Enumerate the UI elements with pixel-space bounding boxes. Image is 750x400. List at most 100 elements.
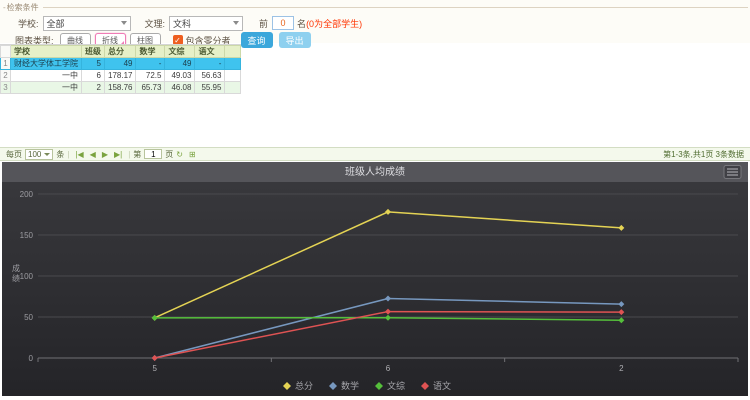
- data-point[interactable]: [618, 225, 624, 231]
- cell-liberal: 49: [165, 58, 195, 70]
- school-select[interactable]: 全部: [43, 16, 131, 31]
- row-number: 1: [1, 58, 11, 70]
- y-tick-label: 50: [24, 313, 33, 322]
- panel-legend: - 检索条件: [0, 0, 750, 13]
- column-chinese[interactable]: 语文: [195, 46, 225, 58]
- cell-liberal: 46.08: [165, 82, 195, 94]
- last-page-icon[interactable]: ▶|: [114, 150, 122, 159]
- chart-menu-icon[interactable]: [724, 166, 741, 179]
- y-tick-label: 100: [20, 272, 34, 281]
- legend-item-语文[interactable]: 语文: [421, 380, 451, 391]
- top-label: 前: [259, 17, 268, 30]
- column-total[interactable]: 总分: [105, 46, 136, 58]
- series-line-数学: [155, 299, 622, 358]
- pagination-summary: 第1-3条,共1页 3条数据: [663, 149, 744, 160]
- cell-math: 65.73: [136, 82, 165, 94]
- refresh-icon[interactable]: ↻: [176, 150, 183, 159]
- legend-item-数学[interactable]: 数学: [329, 380, 359, 391]
- x-tick-label: 2: [619, 364, 624, 373]
- subject-select[interactable]: 文科: [169, 16, 243, 31]
- export-button[interactable]: 导出: [279, 32, 311, 48]
- data-point[interactable]: [385, 209, 391, 215]
- x-tick-label: 6: [386, 364, 391, 373]
- top-hint: (0为全部学生): [306, 17, 362, 30]
- data-point[interactable]: [385, 309, 391, 315]
- legend-label: 文综: [387, 380, 405, 391]
- panel-legend-label: 检索条件: [7, 2, 39, 13]
- legend-label: 语文: [433, 380, 451, 391]
- divider: |: [67, 150, 69, 159]
- legend-marker: [329, 382, 337, 390]
- search-panel: - 检索条件 学校: 全部 文理: 文科 前 名 (0为全部学生) 图表类型: …: [0, 0, 750, 43]
- data-point[interactable]: [618, 309, 624, 315]
- data-point[interactable]: [385, 315, 391, 321]
- column-school[interactable]: 学校: [11, 46, 82, 58]
- x-tick-label: 5: [152, 364, 157, 373]
- legend-marker: [283, 382, 291, 390]
- chevron-down-icon: [121, 21, 127, 25]
- page-unit: 页: [165, 149, 173, 160]
- divider: [43, 7, 748, 8]
- legend-label: 总分: [295, 380, 313, 391]
- y-tick-label: 200: [20, 190, 34, 199]
- cell-school: 财经大学体工学院: [11, 58, 82, 70]
- pagination-bar: 每页 100 条 | |◀ ◀ ▶ ▶| | 第 页 ↻ ⊞ 第1-3条,共1页…: [0, 147, 750, 161]
- data-point[interactable]: [618, 301, 624, 307]
- per-page-label: 每页: [6, 149, 22, 160]
- legend-label: 数学: [341, 380, 359, 391]
- y-tick-label: 0: [29, 354, 34, 363]
- table-header-row: 学校 班级 总分 数学 文综 语文: [1, 46, 241, 58]
- query-button[interactable]: 查询: [241, 32, 273, 48]
- first-page-icon[interactable]: |◀: [75, 150, 83, 159]
- table-row[interactable]: 3 一中 2 158.76 65.73 46.08 55.95: [1, 82, 241, 94]
- next-page-icon[interactable]: ▶: [102, 150, 108, 159]
- per-page-select[interactable]: 100: [25, 149, 53, 160]
- results-grid: 学校 班级 总分 数学 文综 语文 1 财经大学体工学院 5 49 - 49 -: [0, 44, 241, 94]
- cell-chinese: 56.63: [195, 70, 225, 82]
- expand-icon[interactable]: ⊞: [189, 150, 196, 159]
- filler-column: [225, 46, 241, 58]
- column-class[interactable]: 班级: [82, 46, 105, 58]
- cell-filler: [225, 70, 241, 82]
- legend-item-文综[interactable]: 文综: [375, 380, 405, 391]
- page-label: 第: [133, 149, 141, 160]
- chart-canvas: 班级人均成绩050100150200562成绩总分数学文综语文: [2, 162, 748, 396]
- chart-title: 班级人均成绩: [345, 165, 405, 178]
- per-page-unit: 条: [56, 149, 64, 160]
- top-unit: 名: [297, 17, 306, 30]
- data-point[interactable]: [618, 317, 624, 323]
- prev-page-icon[interactable]: ◀: [90, 150, 96, 159]
- cell-total: 49: [105, 58, 136, 70]
- legend-item-总分[interactable]: 总分: [283, 380, 313, 391]
- cell-filler: [225, 82, 241, 94]
- cell-class: 5: [82, 58, 105, 70]
- table-row[interactable]: 2 一中 6 178.17 72.5 49.03 56.63: [1, 70, 241, 82]
- page-number-input[interactable]: [144, 149, 162, 159]
- top-count-input[interactable]: [272, 16, 294, 30]
- divider: |: [128, 150, 130, 159]
- collapse-icon[interactable]: -: [3, 3, 6, 12]
- cell-school: 一中: [11, 82, 82, 94]
- y-tick-label: 150: [20, 231, 34, 240]
- per-page-value: 100: [28, 150, 41, 159]
- cell-total: 158.76: [105, 82, 136, 94]
- data-point[interactable]: [152, 355, 158, 361]
- row-number: 3: [1, 82, 11, 94]
- table-row[interactable]: 1 财经大学体工学院 5 49 - 49 -: [1, 58, 241, 70]
- score-chart: 班级人均成绩050100150200562成绩总分数学文综语文: [2, 162, 748, 396]
- chevron-down-icon: [44, 153, 50, 156]
- cell-chinese: -: [195, 58, 225, 70]
- school-label: 学校:: [18, 17, 39, 30]
- cell-math: -: [136, 58, 165, 70]
- row-number: 2: [1, 70, 11, 82]
- data-point[interactable]: [152, 315, 158, 321]
- column-math[interactable]: 数学: [136, 46, 165, 58]
- cell-filler: [225, 58, 241, 70]
- subject-select-value: 文科: [173, 17, 191, 30]
- cell-math: 72.5: [136, 70, 165, 82]
- column-liberal[interactable]: 文综: [165, 46, 195, 58]
- legend-marker: [421, 382, 429, 390]
- data-point[interactable]: [385, 296, 391, 302]
- chevron-down-icon: [233, 21, 239, 25]
- legend-marker: [375, 382, 383, 390]
